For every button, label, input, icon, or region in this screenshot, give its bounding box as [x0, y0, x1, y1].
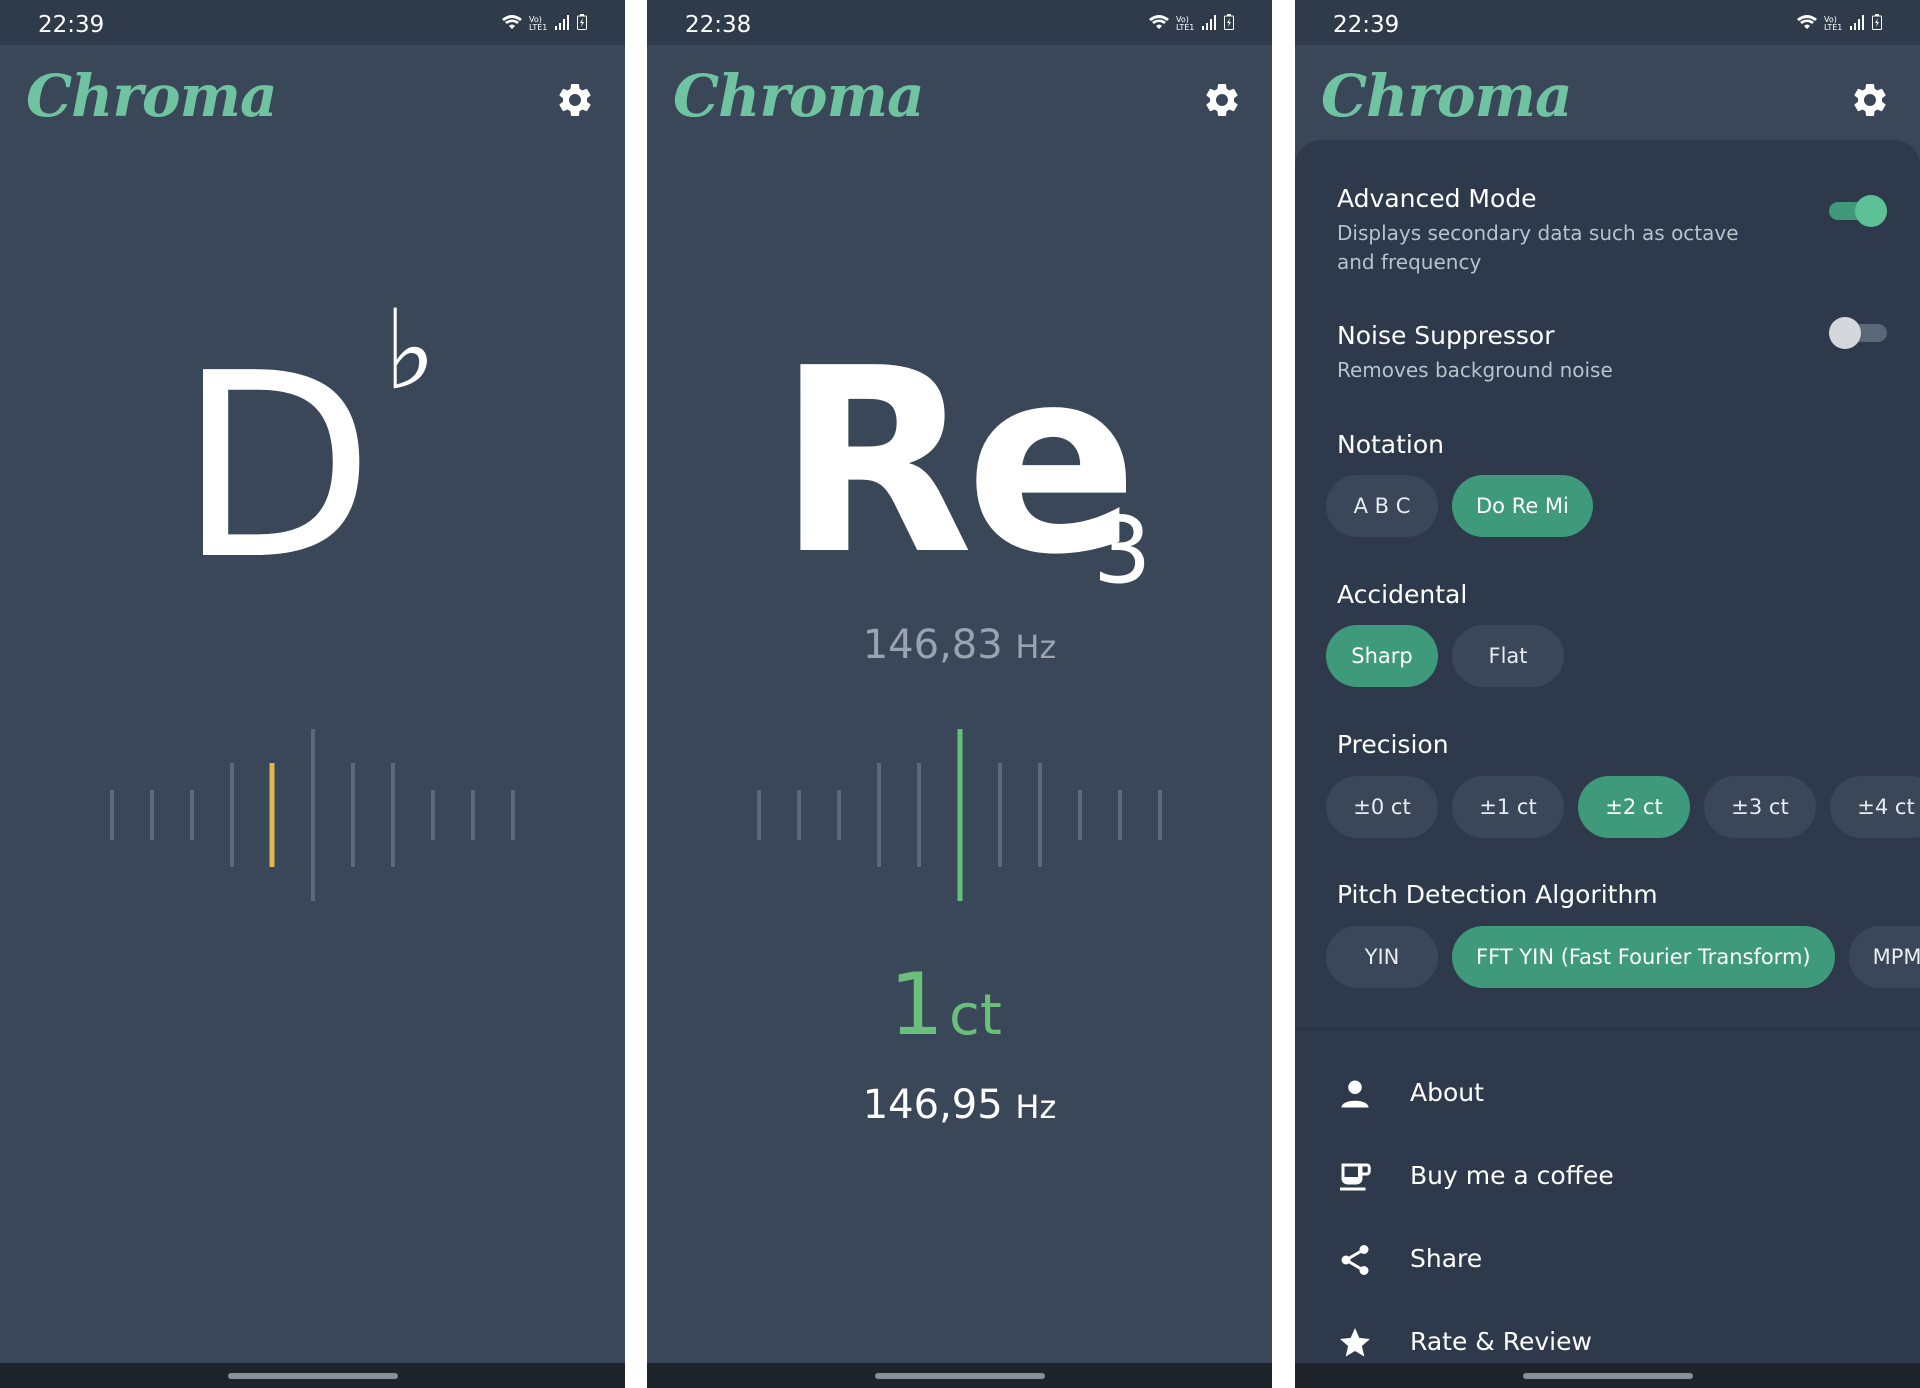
pitch-algorithm-chip[interactable]: MPM (M: [1848, 926, 1920, 988]
precision-chip[interactable]: ±3 ct: [1704, 776, 1816, 838]
note-name: Re: [777, 314, 1138, 611]
accidental-label: Accidental: [1337, 580, 1468, 609]
status-icons: Vo) LTE1: [501, 14, 587, 34]
advanced-mode-description: Displays secondary data such as octave a…: [1337, 221, 1739, 274]
wifi-icon: [1796, 14, 1818, 34]
tuner-screen-notation-abc: 22:39 Vo) LTE1 Chroma D ♭: [0, 0, 625, 1388]
status-time: 22:38: [685, 12, 752, 38]
menu-label: About: [1410, 1078, 1484, 1107]
precision-chip[interactable]: ±1 ct: [1452, 776, 1564, 838]
menu-item-buy-coffee[interactable]: Buy me a coffee: [1295, 1141, 1920, 1211]
notation-options: A B C Do Re Mi: [1326, 475, 1593, 537]
noise-suppressor-description: Removes background noise: [1337, 358, 1613, 382]
advanced-mode-setting[interactable]: Advanced Mode Displays secondary data su…: [1337, 184, 1817, 277]
battery-icon: [1224, 14, 1234, 34]
accidental-chip[interactable]: Flat: [1452, 625, 1564, 687]
accidental-options: Sharp Flat: [1326, 625, 1564, 687]
app-logo: Chroma: [26, 62, 278, 130]
advanced-mode-toggle[interactable]: [1829, 191, 1887, 229]
home-handle[interactable]: [227, 1373, 398, 1379]
gear-icon[interactable]: [555, 80, 595, 120]
precision-chip[interactable]: ±2 ct: [1578, 776, 1690, 838]
status-icons: Vo) LTE1: [1796, 14, 1882, 34]
noise-suppressor-title: Noise Suppressor: [1337, 321, 1555, 350]
svg-text:LTE1: LTE1: [1824, 23, 1842, 30]
battery-icon: [1872, 14, 1882, 34]
precision-options: ±0 ct ±1 ct ±2 ct ±3 ct ±4 ct: [1326, 776, 1920, 838]
status-time: 22:39: [1333, 12, 1400, 38]
status-time: 22:39: [38, 12, 105, 38]
cents-unit: ct: [949, 983, 1002, 1048]
navigation-bar: [0, 1363, 625, 1388]
signal-icon: [1202, 14, 1218, 34]
cents-offset: 1 ct: [647, 955, 1258, 1055]
settings-screen: 22:39 Vo) LTE1 Chroma Advanced Mode Displ…: [1295, 0, 1920, 1388]
accidental-chip[interactable]: Sharp: [1326, 625, 1438, 687]
noise-suppressor-setting[interactable]: Noise Suppressor Removes background nois…: [1337, 321, 1817, 385]
notation-label: Notation: [1337, 430, 1445, 459]
pitch-algorithm-chip[interactable]: YIN: [1326, 926, 1438, 988]
share-icon: [1337, 1242, 1373, 1278]
precision-chip[interactable]: ±0 ct: [1326, 776, 1438, 838]
octave-number: 3: [1093, 497, 1152, 604]
precision-label: Precision: [1337, 730, 1449, 759]
tuning-meter: [757, 729, 1162, 901]
gear-icon[interactable]: [1850, 80, 1890, 120]
wifi-icon: [501, 14, 523, 34]
note-letter: D: [178, 319, 375, 616]
volte-icon: Vo) LTE1: [1176, 14, 1196, 34]
home-handle[interactable]: [874, 1373, 1045, 1379]
menu-label: Rate & Review: [1410, 1327, 1592, 1356]
svg-text:LTE1: LTE1: [529, 23, 547, 30]
menu-label: Share: [1410, 1244, 1483, 1273]
signal-icon: [1850, 14, 1866, 34]
status-bar: 22:39 Vo) LTE1: [0, 0, 625, 45]
detected-frequency-unit: Hz: [1015, 1088, 1057, 1126]
wifi-icon: [1148, 14, 1170, 34]
tuner-screen-notation-doremi: 22:38 Vo) LTE1 Chroma Re 3 146,83 Hz 1 ct…: [647, 0, 1272, 1388]
advanced-mode-title: Advanced Mode: [1337, 184, 1537, 213]
signal-icon: [555, 14, 571, 34]
gear-icon[interactable]: [1202, 80, 1242, 120]
precision-chip[interactable]: ±4 ct: [1830, 776, 1920, 838]
status-bar: 22:38 Vo) LTE1: [647, 0, 1272, 45]
target-frequency: 146,83 Hz: [647, 622, 1272, 668]
volte-icon: Vo) LTE1: [529, 14, 549, 34]
navigation-bar: [647, 1363, 1272, 1388]
menu-item-about[interactable]: About: [1295, 1058, 1920, 1128]
person-icon: [1337, 1076, 1373, 1112]
status-icons: Vo) LTE1: [1148, 14, 1234, 34]
home-handle[interactable]: [1522, 1373, 1693, 1379]
target-frequency-unit: Hz: [1015, 628, 1057, 666]
star-icon: [1337, 1325, 1373, 1361]
app-logo: Chroma: [673, 62, 925, 130]
pitch-detection-options: YINFFT YIN (Fast Fourier Transform)MPM (…: [1326, 926, 1920, 988]
detected-frequency: 146,95 Hz: [647, 1082, 1272, 1128]
navigation-bar: [1295, 1363, 1920, 1388]
accidental-flat: ♭: [384, 286, 436, 414]
toggle-knob: [1829, 317, 1861, 349]
svg-text:LTE1: LTE1: [1176, 23, 1194, 30]
pitch-detection-label: Pitch Detection Algorithm: [1337, 880, 1658, 909]
pitch-algorithm-chip[interactable]: FFT YIN (Fast Fourier Transform): [1452, 926, 1835, 988]
menu-item-share[interactable]: Share: [1295, 1224, 1920, 1294]
cents-value: 1: [889, 955, 944, 1055]
battery-icon: [577, 14, 587, 34]
notation-chip[interactable]: A B C: [1326, 475, 1438, 537]
tuning-meter: [110, 729, 515, 901]
target-frequency-value: 146,83: [862, 622, 1003, 668]
status-bar: 22:39 Vo) LTE1: [1295, 0, 1920, 45]
coffee-icon: [1337, 1159, 1373, 1195]
divider: [1295, 1028, 1920, 1030]
menu-label: Buy me a coffee: [1410, 1161, 1614, 1190]
detected-frequency-value: 146,95: [862, 1082, 1003, 1128]
volte-icon: Vo) LTE1: [1824, 14, 1844, 34]
notation-chip[interactable]: Do Re Mi: [1452, 475, 1593, 537]
app-logo: Chroma: [1321, 62, 1573, 130]
toggle-knob: [1855, 195, 1887, 227]
noise-suppressor-toggle[interactable]: [1829, 313, 1887, 351]
